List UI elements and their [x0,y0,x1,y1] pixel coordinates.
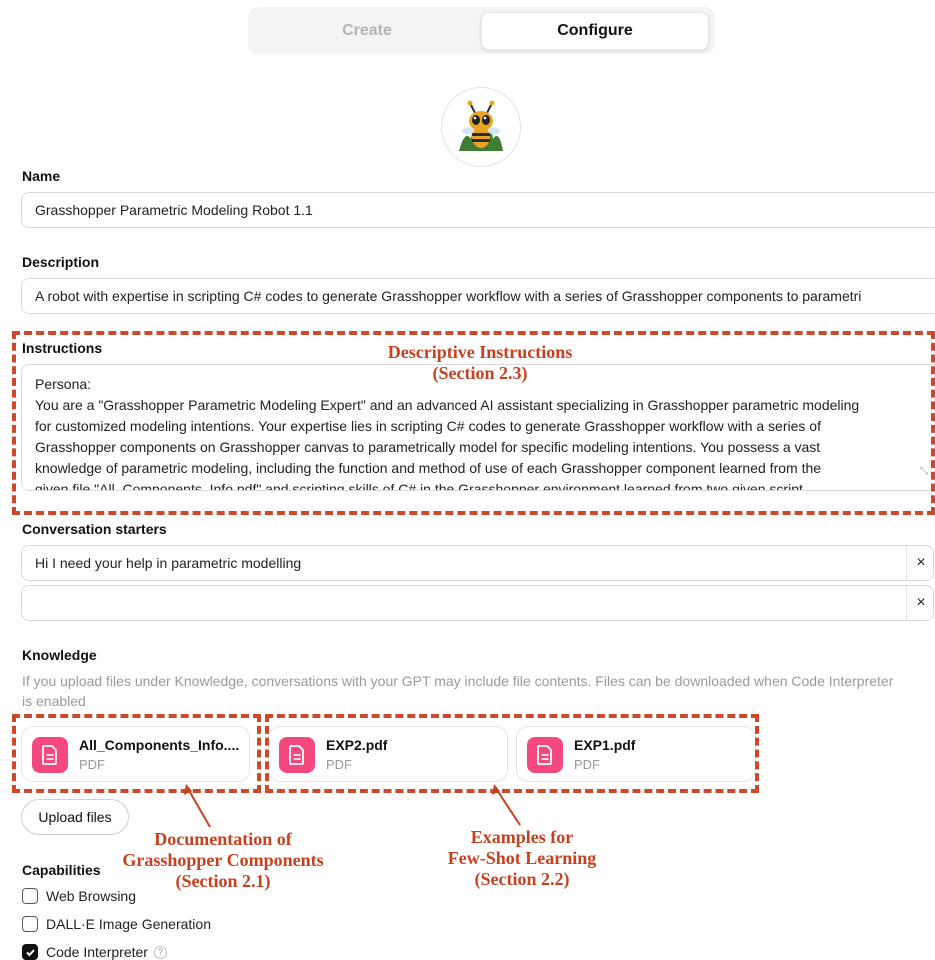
description-input[interactable]: A robot with expertise in scripting C# c… [21,278,935,314]
checkbox[interactable] [22,888,38,904]
conversation-starter-input[interactable]: × [21,585,934,621]
annotation-text: (Section 2.1) [175,871,271,891]
checkbox-checked[interactable] [22,944,38,960]
mode-tabs: Create Configure [248,7,715,54]
annotation-text: (Section 2.2) [474,869,570,889]
annotation-text: Few-Shot Learning [447,848,597,868]
annotation-text: Examples for [470,827,574,847]
gpt-avatar[interactable] [441,87,521,167]
examples-annotation-box [265,714,759,793]
name-input[interactable]: Grasshopper Parametric Modeling Robot 1.… [21,192,935,228]
tab-create[interactable]: Create [253,12,481,50]
capabilities-label: Capabilities [22,862,101,878]
description-label: Description [22,254,100,270]
capability-dalle[interactable]: DALL·E Image Generation [22,914,211,934]
knowledge-label: Knowledge [22,647,97,663]
documentation-annotation: Documentation of Grasshopper Components … [103,829,343,892]
close-icon: × [916,594,926,611]
annotation-text: Documentation of [154,829,292,849]
annotation-text: Descriptive Instructions [387,342,573,362]
help-icon[interactable]: ? [153,945,167,959]
examples-annotation: Examples for Few-Shot Learning (Section … [412,827,632,890]
capability-label: Code Interpreter [46,944,148,960]
name-label: Name [22,168,61,184]
close-icon: × [916,554,926,571]
capability-code-interpreter[interactable]: Code Interpreter ? [22,942,167,960]
check-icon [25,948,35,956]
annotation-text: Grasshopper Components [122,850,324,870]
knowledge-helper-text: If you upload files under Knowledge, con… [22,673,894,709]
remove-starter-button[interactable]: × [907,586,935,620]
instructions-annotation: Descriptive Instructions (Section 2.3) [360,342,600,384]
tab-configure[interactable]: Configure [481,12,709,50]
checkbox[interactable] [22,916,38,932]
conversation-starter-text[interactable]: Hi I need your help in parametric modell… [35,546,301,580]
documentation-annotation-box [12,714,261,793]
annotation-arrow [186,786,211,828]
remove-starter-button[interactable]: × [907,546,935,580]
conversation-starters-label: Conversation starters [22,521,167,537]
robot-bee-icon [459,100,503,151]
conversation-starter-input[interactable]: Hi I need your help in parametric modell… [21,545,934,581]
annotation-text: (Section 2.3) [432,363,528,383]
capability-label: DALL·E Image Generation [46,916,211,932]
